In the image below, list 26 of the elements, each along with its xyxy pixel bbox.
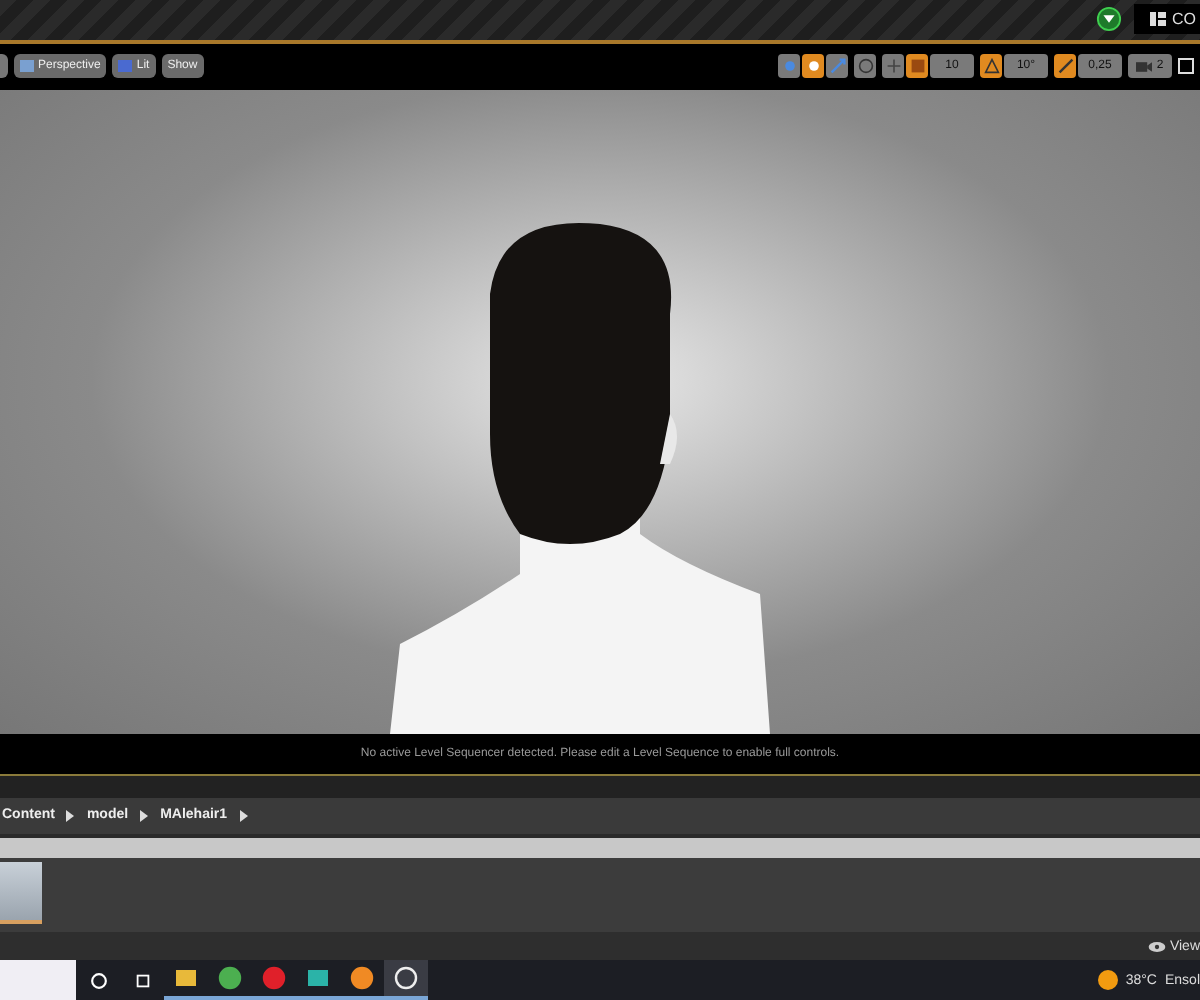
asset-thumbnail[interactable] — [0, 861, 42, 924]
camera-icon — [1136, 59, 1153, 74]
move-tool-button[interactable] — [778, 54, 800, 79]
arrow-icon — [829, 58, 845, 75]
rotate-tool-button[interactable] — [802, 54, 824, 79]
circle-icon — [805, 58, 821, 75]
caret-icon[interactable] — [66, 809, 75, 822]
eye-icon — [1147, 941, 1166, 952]
scrollbar[interactable] — [0, 833, 1200, 858]
scale-tool-button[interactable] — [826, 54, 848, 79]
grid-snap-toggle[interactable] — [906, 54, 928, 79]
account-text: CO — [1172, 10, 1196, 29]
circle-icon — [781, 58, 797, 75]
caret-icon[interactable] — [239, 809, 248, 822]
surface-snap-icon[interactable] — [882, 54, 904, 79]
maximize-icon[interactable] — [1178, 58, 1194, 75]
caret-icon[interactable] — [140, 809, 149, 822]
start-thumbnail[interactable] — [0, 960, 76, 1000]
sun-icon[interactable] — [1097, 970, 1118, 991]
grid-icon — [1150, 12, 1166, 27]
taskbar-app-icon[interactable] — [384, 960, 428, 1000]
scale-snap-toggle[interactable] — [1054, 54, 1076, 79]
rotation-snap-toggle[interactable] — [980, 54, 1002, 79]
status-badge-icon[interactable] — [1096, 6, 1122, 33]
account-label[interactable]: CO — [1134, 4, 1200, 35]
menu-button[interactable] — [0, 54, 8, 79]
